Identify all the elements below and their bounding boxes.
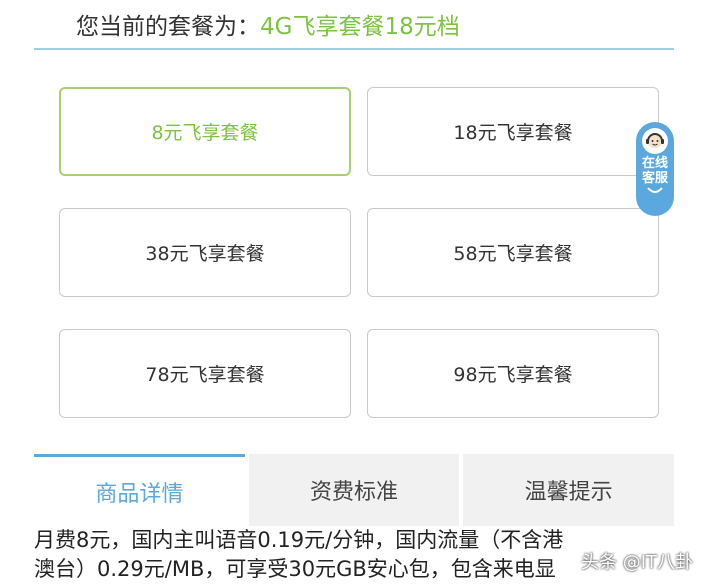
current-plan-name: 4G飞享套餐18元档 [260,14,460,40]
tab-label: 温馨提示 [524,480,613,505]
online-service-button[interactable]: 在线客服 [636,122,674,216]
description-line: 澳台）0.29元/MB，可享受30元GB安心包，包含来电显 [34,557,556,581]
plan-card-98[interactable]: 98元飞享套餐 [367,329,659,418]
plan-card-label: 98元飞享套餐 [453,364,573,386]
smile-icon [647,187,663,193]
online-service-label: 在线客服 [641,156,668,186]
description-line: 月费8元，国内主叫语音0.19元/分钟，国内流量（不含港 [34,528,564,552]
current-plan-header: 您当前的套餐为： 4G飞享套餐18元档 [76,4,460,44]
plan-card-58[interactable]: 58元飞享套餐 [367,208,659,297]
plan-card-18[interactable]: 18元飞享套餐 [367,87,659,176]
tab-tips[interactable]: 温馨提示 [459,454,675,526]
customer-service-avatar-icon [642,128,668,154]
plan-card-label: 78元飞享套餐 [145,364,265,386]
plan-card-label: 18元飞享套餐 [453,122,573,144]
current-plan-label: 您当前的套餐为： [76,14,260,40]
tab-pricing-standard[interactable]: 资费标准 [244,454,460,526]
detail-tabs: 商品详情 资费标准 温馨提示 [34,454,675,526]
plan-card-label: 38元飞享套餐 [145,243,265,265]
product-description: 月费8元，国内主叫语音0.19元/分钟，国内流量（不含港 澳台）0.29元/MB… [34,526,674,584]
header-divider [34,48,674,50]
watermark: 头条 @IT八卦 [580,552,693,573]
plan-card-8[interactable]: 8元飞享套餐 [59,87,351,176]
tab-label: 商品详情 [95,481,184,507]
tab-label: 资费标准 [310,480,399,505]
plan-card-label: 58元飞享套餐 [453,243,573,265]
plan-card-78[interactable]: 78元飞享套餐 [59,329,351,418]
plan-card-38[interactable]: 38元飞享套餐 [59,208,351,297]
plan-card-label: 8元飞享套餐 [151,122,259,144]
tab-product-details[interactable]: 商品详情 [34,454,245,526]
